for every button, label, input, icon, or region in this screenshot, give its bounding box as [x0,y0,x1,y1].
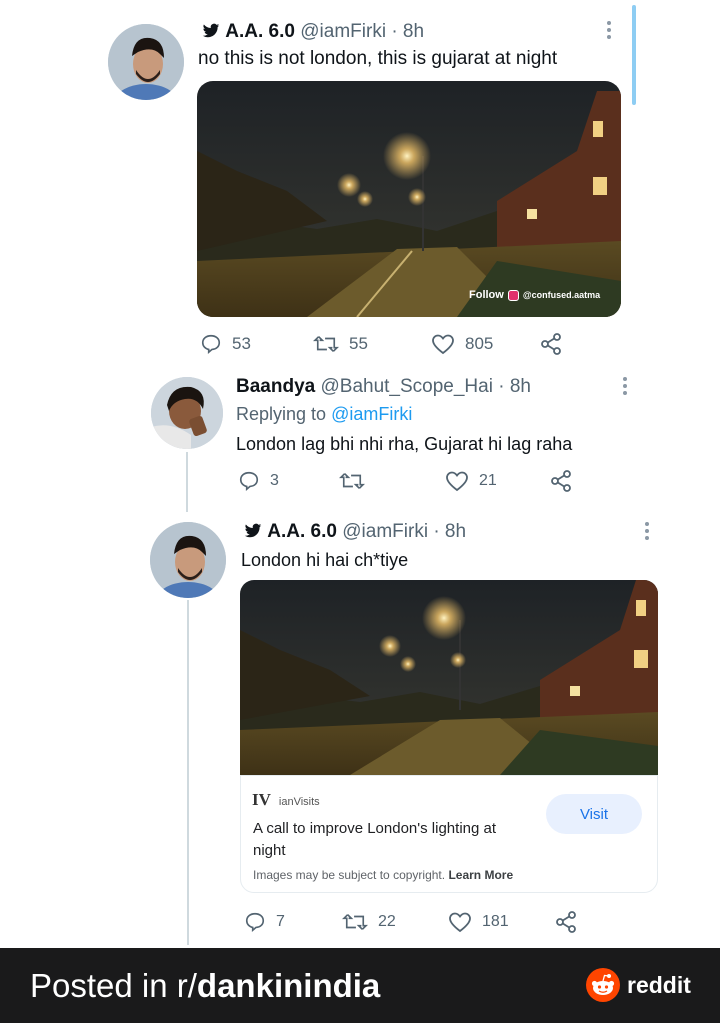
timestamp: · 8h [391,21,425,42]
twitter-bird-icon [244,523,262,545]
subreddit-name[interactable]: dankinindia [197,967,380,1004]
avatar[interactable] [150,522,226,598]
follow-label: Follow [469,289,504,301]
retweet-icon [339,473,365,489]
tweet-text: London hi hai ch*tiye [241,550,409,570]
tweet-header: Baandya @Bahut_Scope_Hai · 8h [236,376,531,398]
retweet-button[interactable]: 55 [313,333,431,355]
photo-follow-overlay: Follow @confused.aatma [469,289,600,301]
reply-icon [201,334,221,355]
reddit-icon [586,968,620,1002]
display-name[interactable]: A.A. 6.0 [267,521,337,542]
reply-count: 3 [270,472,279,489]
share-icon [551,470,571,492]
retweet-icon [342,914,368,930]
like-button[interactable]: 21 [445,470,549,492]
card-title[interactable]: A call to improve London's lighting at n… [253,818,496,862]
share-icon [541,333,561,355]
more-options-icon[interactable] [606,20,612,44]
reddit-wordmark: reddit [627,971,691,998]
replying-to-mention[interactable]: @iamFirki [331,404,412,424]
tweet-header: A.A. 6.0 @iamFirki · 8h [202,21,424,45]
share-button[interactable] [539,332,563,356]
retweet-count: 55 [349,334,368,353]
tweet-actions: 53 55 805 [200,332,563,356]
copyright-text: Images may be subject to copyright. [253,868,446,882]
retweet-button[interactable] [339,470,445,492]
retweet-count: 22 [378,913,396,930]
posted-in-prefix: Posted in r/ [30,967,197,1004]
replying-to: Replying to @iamFirki [236,404,412,425]
more-options-icon[interactable] [622,376,628,400]
avatar[interactable] [151,377,223,449]
twitter-bird-icon [202,23,220,45]
tweet-header: A.A. 6.0 @iamFirki · 8h [244,521,466,545]
reply-button[interactable]: 3 [238,470,339,492]
link-card-image[interactable] [240,580,658,775]
source-logo: IV [252,790,271,809]
instagram-icon [507,289,519,301]
instagram-handle: @confused.aatma [522,290,601,300]
heart-icon [432,334,454,355]
learn-more-link[interactable]: Learn More [448,868,513,882]
more-options-icon[interactable] [644,521,650,545]
share-icon [556,911,576,933]
timestamp: · 8h [433,521,467,542]
card-title-line2: night [253,842,286,859]
card-title-line1: A call to improve London's lighting at [253,820,497,837]
reply-count: 7 [276,913,285,930]
reply-button[interactable]: 53 [200,333,313,355]
reply-count: 53 [232,334,251,353]
link-card[interactable]: IV ianVisits A call to improve London's … [240,775,658,893]
retweet-button[interactable]: 22 [342,911,448,933]
tweet-actions: 7 22 181 [244,910,578,934]
tweet-text: London lag bhi nhi rha, Gujarat hi lag r… [236,434,573,454]
user-handle[interactable]: @iamFirki [342,521,428,542]
replying-to-label: Replying to [236,404,327,424]
tweet-actions: 3 21 [238,469,573,493]
like-count: 805 [465,334,494,353]
like-button[interactable]: 181 [448,911,554,933]
user-handle[interactable]: @Bahut_Scope_Hai [320,376,492,397]
like-count: 21 [479,472,497,489]
card-source: IV ianVisits [252,790,320,810]
tweet-text: no this is not london, this is gujarat a… [198,48,558,69]
timestamp: · 8h [498,376,531,397]
reply-icon [245,912,265,933]
reply-button[interactable]: 7 [244,911,342,933]
heart-icon [446,471,468,492]
user-handle[interactable]: @iamFirki [300,21,386,42]
posted-in-label[interactable]: Posted in r/dankinindia [30,967,380,1005]
copyright-notice: Images may be subject to copyright. Lear… [253,868,513,882]
thread-connector [186,452,188,512]
avatar[interactable] [108,24,184,100]
share-button[interactable] [549,469,573,493]
display-name[interactable]: A.A. 6.0 [225,21,295,42]
reddit-logo: reddit [586,968,691,1002]
reddit-footer: Posted in r/dankinindia reddit [0,948,720,1023]
tweet-photo[interactable]: Follow @confused.aatma [197,81,621,317]
share-button[interactable] [554,910,578,934]
source-name: ianVisits [278,796,320,808]
like-count: 181 [482,913,509,930]
retweet-icon [313,336,339,352]
like-button[interactable]: 805 [431,333,539,355]
thread-connector [187,600,189,945]
reply-icon [239,471,259,492]
scroll-indicator[interactable] [632,5,636,105]
visit-button[interactable]: Visit [546,794,642,834]
heart-icon [449,912,471,933]
display-name[interactable]: Baandya [236,376,315,397]
